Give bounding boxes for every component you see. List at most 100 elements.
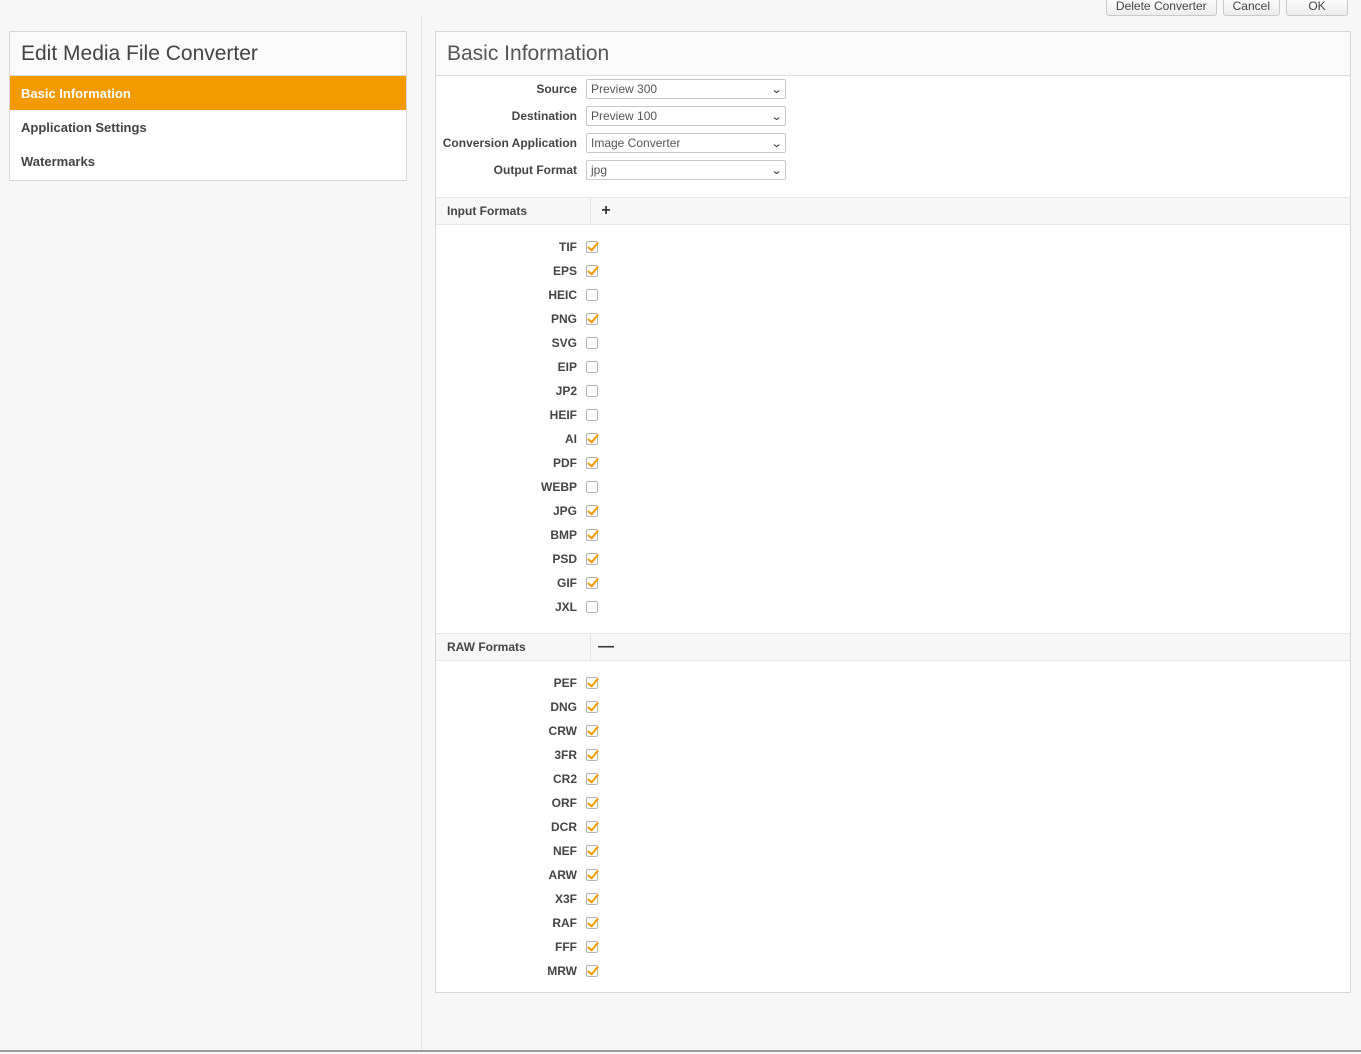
- source-select[interactable]: Preview 300 ⌄: [586, 79, 786, 99]
- format-checkbox[interactable]: [586, 845, 598, 857]
- conversion-application-field: Conversion Application Image Converter ⌄: [436, 132, 786, 154]
- format-checkbox[interactable]: [586, 313, 598, 325]
- format-checkbox[interactable]: [586, 797, 598, 809]
- format-label: ORF: [551, 796, 577, 810]
- format-label: GIF: [557, 576, 577, 590]
- format-label: FFF: [555, 940, 577, 954]
- format-checkbox[interactable]: [586, 385, 598, 397]
- bottom-border: [0, 1050, 1361, 1052]
- format-checkbox[interactable]: [586, 725, 598, 737]
- top-toolbar: Delete Converter Cancel OK: [1105, 0, 1348, 16]
- cancel-button[interactable]: Cancel: [1222, 0, 1280, 16]
- format-label: EIP: [557, 360, 577, 374]
- format-row: SVG: [436, 334, 598, 352]
- format-checkbox[interactable]: [586, 821, 598, 833]
- format-checkbox[interactable]: [586, 941, 598, 953]
- format-checkbox[interactable]: [586, 289, 598, 301]
- format-checkbox[interactable]: [586, 457, 598, 469]
- format-label: RAF: [552, 916, 577, 930]
- format-row: 3FR: [436, 746, 598, 764]
- format-checkbox[interactable]: [586, 577, 598, 589]
- format-checkbox[interactable]: [586, 505, 598, 517]
- destination-select[interactable]: Preview 100 ⌄: [586, 106, 786, 126]
- format-row: CRW: [436, 722, 598, 740]
- main-panel: Basic Information Source Preview 300 ⌄ D…: [435, 31, 1351, 993]
- format-label: AI: [565, 432, 577, 446]
- format-checkbox[interactable]: [586, 869, 598, 881]
- format-checkbox[interactable]: [586, 529, 598, 541]
- format-label: HEIF: [549, 408, 577, 422]
- expand-icon[interactable]: +: [591, 202, 621, 220]
- format-row: PDF: [436, 454, 598, 472]
- delete-converter-button[interactable]: Delete Converter: [1105, 0, 1217, 16]
- format-checkbox[interactable]: [586, 433, 598, 445]
- source-label: Source: [536, 82, 577, 96]
- ok-button[interactable]: OK: [1286, 0, 1348, 16]
- format-label: 3FR: [554, 748, 577, 762]
- chevron-down-icon: ⌄: [770, 137, 783, 150]
- raw-formats-label: RAW Formats: [436, 634, 591, 660]
- destination-label: Destination: [511, 109, 577, 123]
- format-checkbox[interactable]: [586, 893, 598, 905]
- output-format-value: jpg: [591, 163, 608, 177]
- output-format-label: Output Format: [493, 163, 577, 177]
- format-label: JPG: [552, 504, 577, 518]
- page-title: Basic Information: [436, 32, 1350, 76]
- format-checkbox[interactable]: [586, 965, 598, 977]
- format-label: SVG: [551, 336, 577, 350]
- format-row: GIF: [436, 574, 598, 592]
- format-row: PEF: [436, 674, 598, 692]
- format-label: BMP: [550, 528, 577, 542]
- format-row: JXL: [436, 598, 598, 616]
- format-checkbox[interactable]: [586, 481, 598, 493]
- format-checkbox[interactable]: [586, 701, 598, 713]
- format-label: X3F: [554, 892, 577, 906]
- format-row: JPG: [436, 502, 598, 520]
- format-label: PEF: [553, 676, 577, 690]
- column-divider: [421, 16, 422, 1050]
- format-row: X3F: [436, 890, 598, 908]
- format-row: TIF: [436, 238, 598, 256]
- chevron-down-icon: ⌄: [770, 83, 783, 96]
- format-checkbox[interactable]: [586, 265, 598, 277]
- format-row: NEF: [436, 842, 598, 860]
- source-value: Preview 300: [591, 82, 658, 96]
- format-row: PNG: [436, 310, 598, 328]
- format-label: ARW: [548, 868, 577, 882]
- format-row: JP2: [436, 382, 598, 400]
- format-label: HEIC: [548, 288, 577, 302]
- format-label: TIF: [559, 240, 577, 254]
- format-row: AI: [436, 430, 598, 448]
- output-format-field: Output Format jpg ⌄: [436, 159, 786, 181]
- sidebar-item-application-settings[interactable]: Application Settings: [10, 110, 406, 144]
- conversion-application-value: Image Converter: [591, 136, 681, 150]
- sidebar-title: Edit Media File Converter: [10, 32, 406, 76]
- format-checkbox[interactable]: [586, 773, 598, 785]
- format-row: WEBP: [436, 478, 598, 496]
- format-checkbox[interactable]: [586, 917, 598, 929]
- output-format-select[interactable]: jpg ⌄: [586, 160, 786, 180]
- format-checkbox[interactable]: [586, 241, 598, 253]
- format-row: ARW: [436, 866, 598, 884]
- format-checkbox[interactable]: [586, 409, 598, 421]
- sidebar-item-watermarks[interactable]: Watermarks: [10, 144, 406, 178]
- format-row: FFF: [436, 938, 598, 956]
- format-label: EPS: [552, 264, 577, 278]
- collapse-icon[interactable]: —: [591, 638, 621, 656]
- sidebar: Edit Media File Converter Basic Informat…: [9, 31, 407, 181]
- conversion-application-select[interactable]: Image Converter ⌄: [586, 133, 786, 153]
- format-label: DCR: [551, 820, 577, 834]
- format-row: HEIC: [436, 286, 598, 304]
- format-checkbox[interactable]: [586, 553, 598, 565]
- format-checkbox[interactable]: [586, 677, 598, 689]
- format-checkbox[interactable]: [586, 337, 598, 349]
- format-row: BMP: [436, 526, 598, 544]
- format-checkbox[interactable]: [586, 601, 598, 613]
- sidebar-item-basic-information[interactable]: Basic Information: [10, 76, 406, 110]
- format-label: DNG: [550, 700, 577, 714]
- format-checkbox[interactable]: [586, 749, 598, 761]
- format-row: PSD: [436, 550, 598, 568]
- raw-formats-header: RAW Formats —: [436, 633, 1350, 661]
- format-checkbox[interactable]: [586, 361, 598, 373]
- format-label: NEF: [553, 844, 577, 858]
